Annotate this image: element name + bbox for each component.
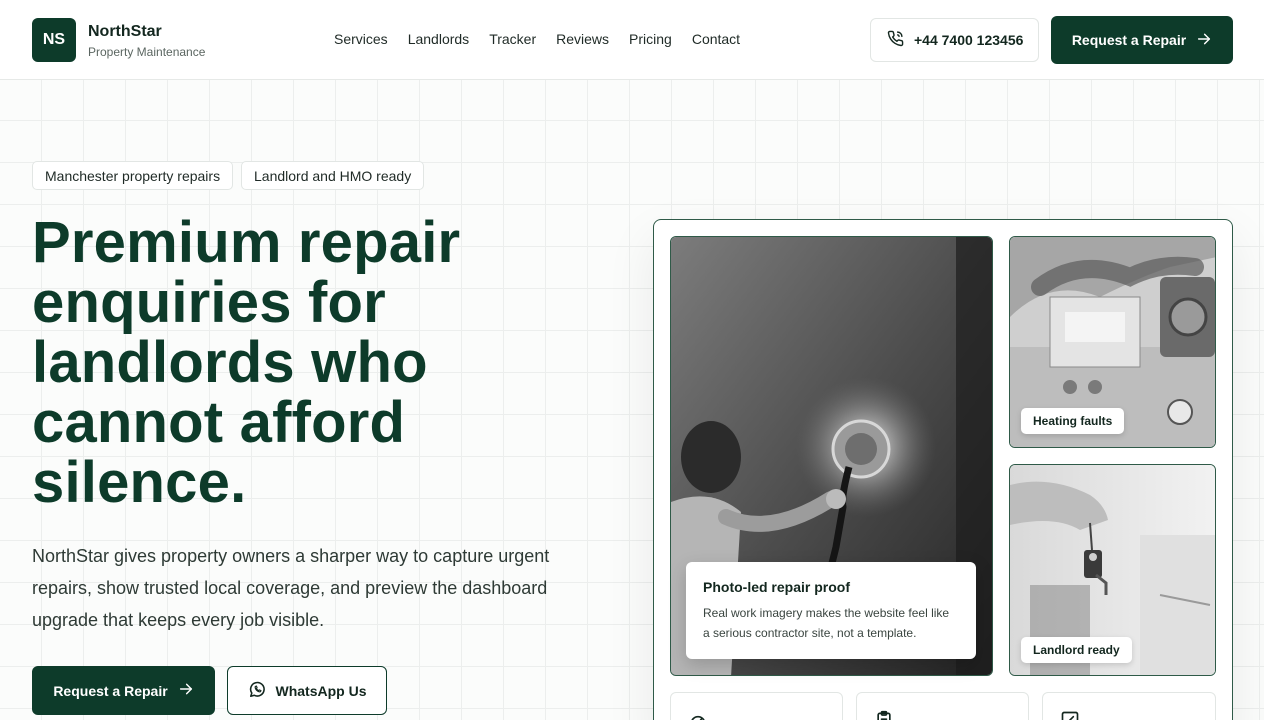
proof-title: Photo-led repair proof <box>703 579 850 595</box>
gauge-icon <box>688 710 708 720</box>
request-repair-label: Request a Repair <box>1071 32 1187 48</box>
nav-item-tracker[interactable]: Tracker <box>489 31 536 47</box>
proof-text: Real work imagery makes the website feel… <box>703 606 950 640</box>
arrow-right-icon <box>1196 31 1212 50</box>
feature-card-2[interactable] <box>856 692 1029 720</box>
request-repair-button[interactable]: Request a Repair <box>32 666 215 715</box>
proof-card: Photo-led repair proof Real work imagery… <box>686 562 976 659</box>
nav-item-services[interactable]: Services <box>334 31 388 47</box>
site-header: NS NorthStar Property Maintenance Servic… <box>0 0 1264 80</box>
main-nav: Services Landlords Tracker Reviews Prici… <box>334 31 740 47</box>
brand-name[interactable]: NorthStar <box>88 23 162 41</box>
phone-icon <box>887 30 904 50</box>
logo-text: NS <box>42 31 66 48</box>
nav-item-contact[interactable]: Contact <box>692 31 740 47</box>
whatsapp-icon <box>248 680 267 702</box>
clipboard-icon <box>874 710 894 720</box>
hero-title: Premium repair enquiries for landlords w… <box>32 210 461 515</box>
pill-landlord: Landlord and HMO ready <box>241 161 425 190</box>
tag-landlord-ready: Landlord ready <box>1021 637 1132 663</box>
nav-item-pricing[interactable]: Pricing <box>629 31 672 47</box>
nav-item-reviews[interactable]: Reviews <box>556 31 609 47</box>
request-repair-button-header[interactable]: Request a Repair <box>1051 16 1233 64</box>
tag-heating-faults: Heating faults <box>1021 408 1125 434</box>
edit-icon <box>1060 710 1080 720</box>
logo-mark[interactable]: NS <box>32 18 76 62</box>
pill-location: Manchester property repairs <box>32 161 234 190</box>
hero-description: NorthStar gives property owners a sharpe… <box>32 546 550 630</box>
feature-card-3[interactable] <box>1042 692 1216 720</box>
request-repair-label: Request a Repair <box>53 682 168 699</box>
phone-button[interactable]: +44 7400 123456 <box>870 18 1039 62</box>
phone-number: +44 7400 123456 <box>914 32 1024 48</box>
feature-card-1[interactable] <box>670 692 843 720</box>
nav-item-landlords[interactable]: Landlords <box>408 31 470 47</box>
whatsapp-label: WhatsApp Us <box>275 682 367 699</box>
brand-tagline: Property Maintenance <box>88 45 206 59</box>
arrow-right-icon <box>178 681 194 700</box>
whatsapp-button[interactable]: WhatsApp Us <box>227 666 387 715</box>
